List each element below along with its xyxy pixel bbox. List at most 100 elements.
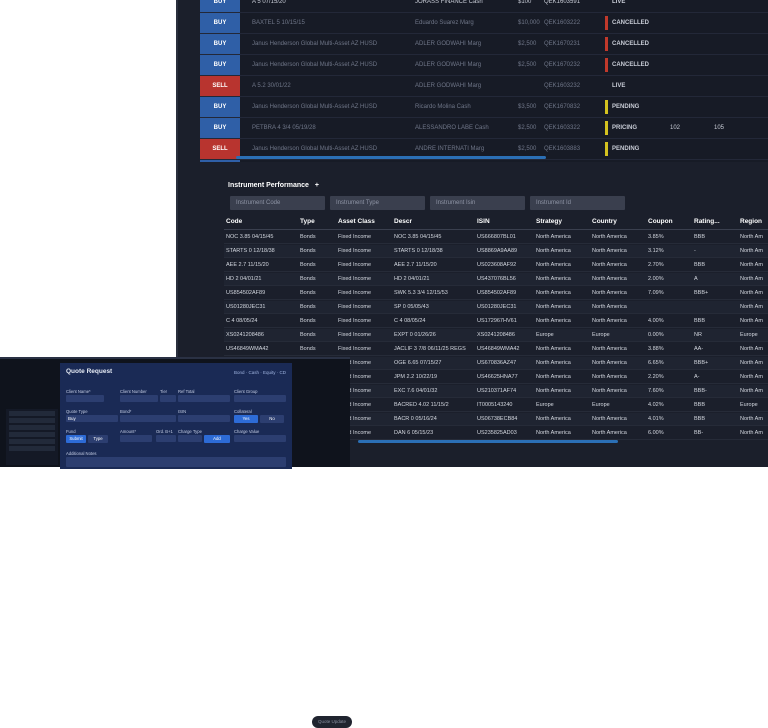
quote-type-select[interactable]: Buy xyxy=(66,415,118,422)
status-indicator xyxy=(605,37,608,51)
table-row[interactable]: C 4 08/05/24 Bonds Fixed Income C 4 08/05/2… xyxy=(224,315,768,328)
table-cell: IT0005143240 xyxy=(477,402,513,408)
ref-total-field[interactable] xyxy=(178,395,230,402)
charge-value-field[interactable] xyxy=(234,435,286,442)
table-cell: North America xyxy=(592,388,627,394)
table-cell: North America xyxy=(592,360,627,366)
additional-notes-field[interactable] xyxy=(66,457,286,467)
table-row[interactable]: US46849WMA42 Bonds Fixed Income JACLIF 3 7/… xyxy=(224,343,768,356)
status-indicator xyxy=(605,121,608,135)
table-cell: Europe xyxy=(740,332,758,338)
order-row[interactable]: BUY Janus Henderson Global Multi-Asset AZ… xyxy=(200,55,768,76)
client-group-label: Client Group xyxy=(234,389,258,394)
table-row[interactable]: AEE 2.7 11/15/20 Bonds Fixed Income AEE 2.7… xyxy=(224,259,768,272)
column-header[interactable]: Rating... xyxy=(692,214,720,230)
tier-field[interactable] xyxy=(160,395,176,402)
table-cell: C 4 08/05/24 xyxy=(226,318,258,324)
table-cell: Bonds xyxy=(300,346,316,352)
column-header[interactable]: Strategy xyxy=(534,214,562,230)
client-name-field[interactable] xyxy=(66,395,104,402)
fund-type-button[interactable]: Type xyxy=(88,435,108,443)
order-row[interactable]: BUY BAXTEL 5 10/15/15 Eduardo Suarez Marg $… xyxy=(200,13,768,34)
side: SELL xyxy=(200,76,240,96)
filter-instrument-id[interactable]: Instrument Id xyxy=(530,196,625,210)
column-header[interactable]: Code xyxy=(224,214,242,230)
table-row[interactable]: XS0241208486 Bonds Fixed Income EXPT 0 01/2… xyxy=(224,329,768,342)
table-cell: - xyxy=(694,248,696,254)
ord-field[interactable] xyxy=(156,435,176,442)
order-desc: Janus Henderson Global Multi-Asset AZ HU… xyxy=(252,62,378,68)
filter-instrument-type[interactable]: Instrument Type xyxy=(330,196,425,210)
table-cell: North Am xyxy=(740,318,763,324)
add-icon[interactable]: + xyxy=(315,182,319,189)
left-list-panel xyxy=(6,409,58,465)
client-number-field[interactable] xyxy=(120,395,158,402)
side: BUY xyxy=(200,118,240,138)
instrument-performance-title: Instrument Performance xyxy=(228,182,309,189)
table-cell: 4.01% xyxy=(648,416,664,422)
table-cell: US854502AF89 xyxy=(477,290,517,296)
column-header[interactable]: Region xyxy=(738,214,762,230)
horizontal-scrollbar[interactable] xyxy=(358,440,618,443)
column-header[interactable]: Descr xyxy=(392,214,412,230)
order-amount: $10,000 xyxy=(518,20,540,26)
table-cell: Europe xyxy=(592,332,610,338)
fund-submit-button[interactable]: Submit xyxy=(66,435,86,443)
table-cell: AEE 2.7 11/15/20 xyxy=(226,262,269,268)
column-header[interactable]: Type xyxy=(298,214,315,230)
table-cell: 2.70% xyxy=(648,262,664,268)
table-cell: Bonds xyxy=(300,304,316,310)
charge-value-label: Charge Value xyxy=(234,429,260,434)
orders-scrollbar[interactable] xyxy=(236,156,546,159)
table-cell: North America xyxy=(536,416,571,422)
order-counterparty: ADLER GODWAHI Marg xyxy=(415,41,482,47)
isin-field[interactable] xyxy=(178,415,230,422)
table-cell: SWK 5.3 3/4 12/15/53 xyxy=(394,290,448,296)
table-cell: Europe xyxy=(592,402,610,408)
table-cell: Europe xyxy=(536,402,554,408)
order-row[interactable]: BUY Janus Henderson Global Multi-Asset AZ… xyxy=(200,34,768,55)
table-row[interactable]: US01280JEC31 Bonds Fixed Income SP 0 05/05/… xyxy=(224,301,768,314)
filter-instrument-isin[interactable]: Instrument Isin xyxy=(430,196,525,210)
order-row[interactable]: BUY PETBRA 4 3/4 05/19/28 ALESSANDRO LABE … xyxy=(200,118,768,139)
table-cell: DAN 6 05/15/23 xyxy=(394,430,434,436)
table-cell: BBB xyxy=(694,262,706,268)
order-row[interactable]: BUY Janus Henderson Global Multi-Asset AZ… xyxy=(200,97,768,118)
client-group-field[interactable] xyxy=(234,395,286,402)
column-header[interactable]: Coupon xyxy=(646,214,673,230)
amount-field[interactable] xyxy=(120,435,152,442)
quote-type-label: Quote Type xyxy=(66,409,88,414)
table-cell: North Am xyxy=(740,304,763,310)
client-name-label: Client Name* xyxy=(66,389,91,394)
filter-instrument-code[interactable]: Instrument Code xyxy=(230,196,325,210)
quote-type-tabs[interactable]: Bond · Cash · Equity · CD xyxy=(234,370,286,375)
table-cell: BBB+ xyxy=(694,360,709,366)
table-cell: BBB- xyxy=(694,388,707,394)
order-counterparty: Seven Overseas Marg xyxy=(415,160,475,162)
column-header[interactable]: ISIN xyxy=(475,214,490,230)
table-cell: US210371AF74 xyxy=(477,388,517,394)
table-row[interactable]: NOC 3.85 04/15/45 Bonds Fixed Income NOC 3.… xyxy=(224,231,768,244)
column-header[interactable]: Country xyxy=(590,214,617,230)
charge-type-field[interactable] xyxy=(178,435,202,442)
bond-field[interactable] xyxy=(120,415,176,422)
column-header[interactable]: Asset Class xyxy=(336,214,375,230)
table-row[interactable]: HD 2 04/01/21 Bonds Fixed Income HD 2 04/01… xyxy=(224,273,768,286)
table-cell: 4.00% xyxy=(648,318,664,324)
table-row[interactable]: US854502AF89 Bonds Fixed Income SWK 5.3 3/4… xyxy=(224,287,768,300)
add-button[interactable]: Add xyxy=(204,435,230,443)
table-cell: Fixed Income xyxy=(338,262,372,268)
collateral-yes-button[interactable]: Yes xyxy=(234,415,258,423)
order-amount: $1,000 xyxy=(518,160,536,162)
order-row[interactable]: BUY A 5 07/15/20 JORASS FINANCE Cash $100 QE… xyxy=(200,0,768,13)
table-cell: North America xyxy=(592,262,627,268)
table-cell: Fixed Income xyxy=(338,290,372,296)
side: BUY xyxy=(200,0,240,12)
collateral-no-button[interactable]: No xyxy=(260,415,284,423)
table-row[interactable]: STARTS 0 12/18/38 Bonds Fixed Income STARTS… xyxy=(224,245,768,258)
order-row[interactable]: BUY PETBPE 4 3/4 06/19/32 REGS Seven Overs… xyxy=(200,160,768,162)
quote-update-badge[interactable]: Quote Update xyxy=(312,716,352,728)
side: BUY xyxy=(200,13,240,33)
order-counterparty: ADLER GODWAHI Marg xyxy=(415,62,482,68)
order-row[interactable]: SELL A 5.2 30/01/22 ADLER GODWAHI Marg QEK1… xyxy=(200,76,768,97)
